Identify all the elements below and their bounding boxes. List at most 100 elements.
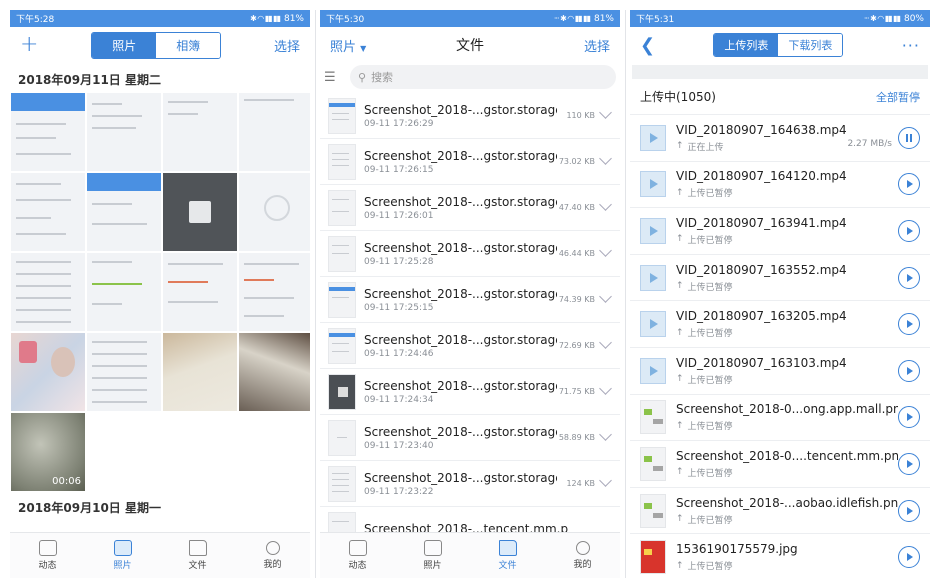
chevron-down-icon[interactable] [599,336,612,349]
resume-button[interactable] [898,219,920,242]
photo-thumbnail[interactable] [163,333,237,411]
resume-button[interactable] [898,406,920,429]
nav-photos[interactable]: 照片 [85,533,160,578]
nav-label: 文件 [188,561,207,571]
resume-button[interactable] [898,499,920,522]
nav-photos[interactable]: 照片 [395,533,470,578]
file-thumbnail [328,419,356,456]
chevron-down-icon[interactable] [599,106,612,119]
upload-status: 上传已暂停 [687,468,733,479]
tab-photos[interactable]: 照片 [92,32,157,58]
chevron-down-icon[interactable] [599,428,612,441]
file-date: 09-11 17:24:46 [364,348,434,359]
back-arrow-icon[interactable]: ❮ [640,35,655,56]
upload-row[interactable]: Screenshot_2018-0....tencent.mm.png ↑ 上传已暂… [630,441,930,488]
file-size: 74.39 KB [558,295,595,304]
nav-activity[interactable]: 动态 [10,533,85,578]
file-size: 46.44 KB [558,249,595,258]
sort-icon[interactable]: ☰ [324,70,344,85]
select-button[interactable]: 选择 [584,36,610,55]
upload-name: VID_20180907_163103.mp4 [676,355,847,370]
chevron-down-icon[interactable] [599,152,612,165]
date-heading: 2018年09月11日 星期二 [18,73,161,87]
photo-thumbnail[interactable] [87,93,161,171]
upload-row[interactable]: Screenshot_2018-0...ong.app.mall.png ↑ 上传已… [630,395,930,442]
photo-thumbnail[interactable] [163,173,237,251]
nav-activity[interactable]: 动态 [320,533,395,578]
search-input[interactable]: ⚲ 搜索 [350,65,616,89]
photo-thumbnail[interactable] [239,253,310,331]
photo-thumbnail[interactable] [163,93,237,171]
nav-me[interactable]: 我的 [235,533,310,578]
filter-dropdown[interactable]: 照片 ▼ [330,36,366,55]
upload-row[interactable]: VID_20180907_163552.mp4 ↑ 上传已暂停 [630,255,930,302]
file-row[interactable]: Screenshot_2018-...gstor.storage.png09-1… [320,277,620,323]
upload-row[interactable]: VID_20180907_164638.mp4 ↑ 正在上传 2.27 MB/s [630,115,930,162]
photo-thumbnail[interactable] [239,93,310,171]
tab-download-list[interactable]: 下载列表 [778,34,843,56]
photo-thumbnail[interactable] [87,253,161,331]
photo-thumbnail[interactable] [87,333,161,411]
photo-thumbnail[interactable] [163,253,237,331]
upload-list: VID_20180907_164638.mp4 ↑ 正在上传 2.27 MB/s VI… [630,115,930,578]
resume-button[interactable] [898,173,920,196]
upload-status: 上传已暂停 [687,282,733,293]
photo-thumbnail[interactable] [11,333,85,411]
resume-button[interactable] [898,266,920,289]
nav-files[interactable]: 文件 [160,533,235,578]
chevron-down-icon[interactable] [599,290,612,303]
photo-thumbnail[interactable] [87,173,161,251]
video-thumbnail[interactable]: 00:06 [11,413,85,491]
file-size: 72.69 KB [558,341,595,350]
photo-thumbnail[interactable] [239,173,310,251]
upload-name: Screenshot_2018-...aobao.idlefish.png [676,495,898,510]
transfer-screen: 下午5:31 ··· ✱ ◠ ▮▮ ▮▮ 80% ❮ 上传列表 下载列表 ··· … [630,10,930,578]
file-row[interactable]: Screenshot_2018-...gstor.storage.png09-1… [320,93,620,139]
upload-row[interactable]: VID_20180907_163941.mp4 ↑ 上传已暂停 [630,208,930,255]
pause-all-button[interactable]: 全部暂停 [876,89,920,105]
photo-thumbnail[interactable] [11,93,85,171]
nav-label: 动态 [38,561,57,571]
select-button[interactable]: 选择 [274,36,300,55]
file-row[interactable]: Screenshot_2018-...gstor.storage.png09-1… [320,139,620,185]
resume-button[interactable] [898,313,920,336]
photo-icon [423,540,442,556]
tab-albums[interactable]: 相簿 [156,32,221,58]
pause-button[interactable] [898,126,920,149]
file-row[interactable]: Screenshot_2018-...gstor.storage.png09-1… [320,369,620,415]
activity-icon [38,540,57,556]
nav-files[interactable]: 文件 [470,533,545,578]
add-icon[interactable]: + [20,34,38,56]
more-icon[interactable]: ··· [902,36,920,55]
resume-button[interactable] [898,452,920,475]
nav-me[interactable]: 我的 [545,533,620,578]
file-name: Screenshot_2018-...gstor.storage.png [364,194,557,209]
resume-button[interactable] [898,546,920,569]
file-row[interactable]: Screenshot_2018-...gstor.storage.png09-1… [320,415,620,461]
play-icon [907,413,913,422]
status-time: 下午5:28 [16,15,55,25]
upload-row[interactable]: 1536190175579.jpg ↑ 上传已暂停 [630,534,930,578]
chevron-down-icon[interactable] [599,198,612,211]
upload-row[interactable]: VID_20180907_163103.mp4 ↑ 上传已暂停 [630,348,930,395]
chevron-down-icon[interactable] [599,244,612,257]
nav-label: 我的 [573,560,592,570]
photo-thumbnail[interactable] [11,253,85,331]
battery-level: 81% [593,13,614,24]
upload-row[interactable]: VID_20180907_163205.mp4 ↑ 上传已暂停 [630,301,930,348]
filter-label: 照片 [330,39,357,55]
resume-button[interactable] [898,359,920,382]
upload-row[interactable]: VID_20180907_164120.mp4 ↑ 上传已暂停 [630,162,930,209]
tab-upload-list[interactable]: 上传列表 [714,34,779,56]
file-row[interactable]: Screenshot_2018-...gstor.storage.png09-1… [320,323,620,369]
upload-row[interactable]: Screenshot_2018-...aobao.idlefish.png ↑ 上传… [630,488,930,535]
file-row[interactable]: Screenshot_2018-...gstor.storage.png09-1… [320,461,620,507]
photo-thumbnail[interactable] [239,333,310,411]
photo-thumbnail[interactable] [11,173,85,251]
user-icon [575,541,590,555]
file-row[interactable]: Screenshot_2018-...gstor.storage.png09-1… [320,185,620,231]
chevron-down-icon[interactable] [599,382,612,395]
file-row[interactable]: Screenshot_2018-...gstor.storage.png09-1… [320,231,620,277]
chevron-down-icon: ▼ [360,43,367,53]
chevron-down-icon[interactable] [599,474,612,487]
